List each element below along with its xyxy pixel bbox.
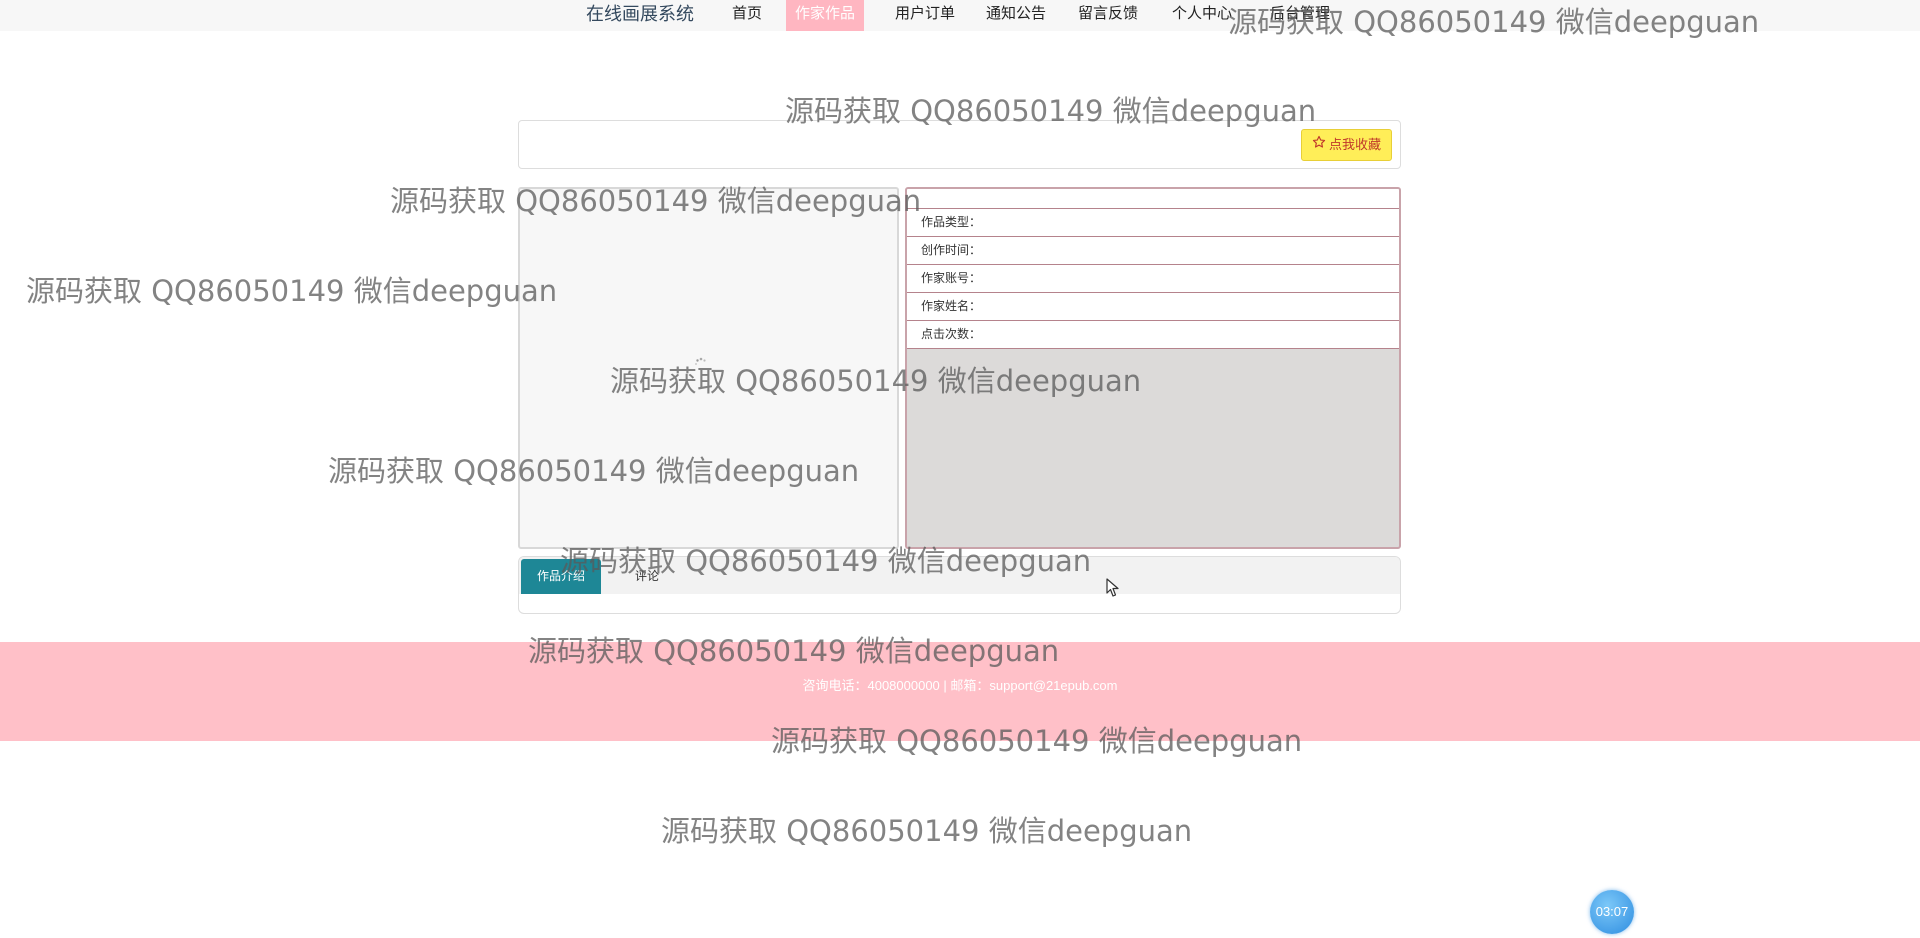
info-row-created: 创作时间： [907, 237, 1399, 265]
favorite-label: 点我收藏 [1328, 137, 1381, 152]
watermark: 源码获取 QQ86050149 微信deepguan [785, 94, 1317, 128]
info-row-account: 作家账号： [907, 265, 1399, 293]
watermark: 源码获取 QQ86050149 微信deepguan [661, 814, 1193, 848]
watermark: 源码获取 QQ86050149 微信deepguan [528, 634, 1060, 668]
watermark: 源码获取 QQ86050149 微信deepguan [560, 544, 1092, 578]
nav-item-feedback[interactable]: 留言反馈 [1069, 0, 1147, 31]
star-icon [1312, 130, 1326, 160]
brand-title[interactable]: 在线画展系统 [586, 2, 694, 26]
info-label: 作家账号： [921, 271, 982, 285]
info-label: 点击次数： [921, 327, 982, 341]
info-label: 作品类型： [921, 215, 982, 229]
watermark: 源码获取 QQ86050149 微信deepguan [610, 364, 1142, 398]
watermark: 源码获取 QQ86050149 微信deepguan [771, 724, 1303, 758]
watermark: 源码获取 QQ86050149 微信deepguan [328, 454, 860, 488]
nav-item-orders[interactable]: 用户订单 [886, 0, 964, 31]
info-label: 作家姓名： [921, 299, 982, 313]
info-label: 创作时间： [921, 243, 982, 257]
favorite-button[interactable]: 点我收藏 [1300, 129, 1392, 161]
timer-badge[interactable]: 03:07 [1590, 890, 1634, 934]
watermark: 源码获取 QQ86050149 微信deepguan [390, 184, 922, 218]
info-row-clicks: 点击次数： [907, 321, 1399, 349]
nav-item-home[interactable]: 首页 [723, 0, 771, 31]
info-row-type: 作品类型： [907, 209, 1399, 237]
footer-contact: 咨询电话：4008000000 | 邮箱：support@21epub.com [802, 678, 1118, 693]
mouse-cursor-icon [1106, 578, 1119, 597]
info-row-author: 作家姓名： [907, 293, 1399, 321]
watermark: 源码获取 QQ86050149 微信deepguan [1228, 5, 1760, 39]
watermark: 源码获取 QQ86050149 微信deepguan [26, 274, 558, 308]
nav-item-works[interactable]: 作家作品 [786, 0, 865, 31]
info-table-header [907, 189, 1399, 209]
nav-item-notices[interactable]: 通知公告 [977, 0, 1055, 31]
